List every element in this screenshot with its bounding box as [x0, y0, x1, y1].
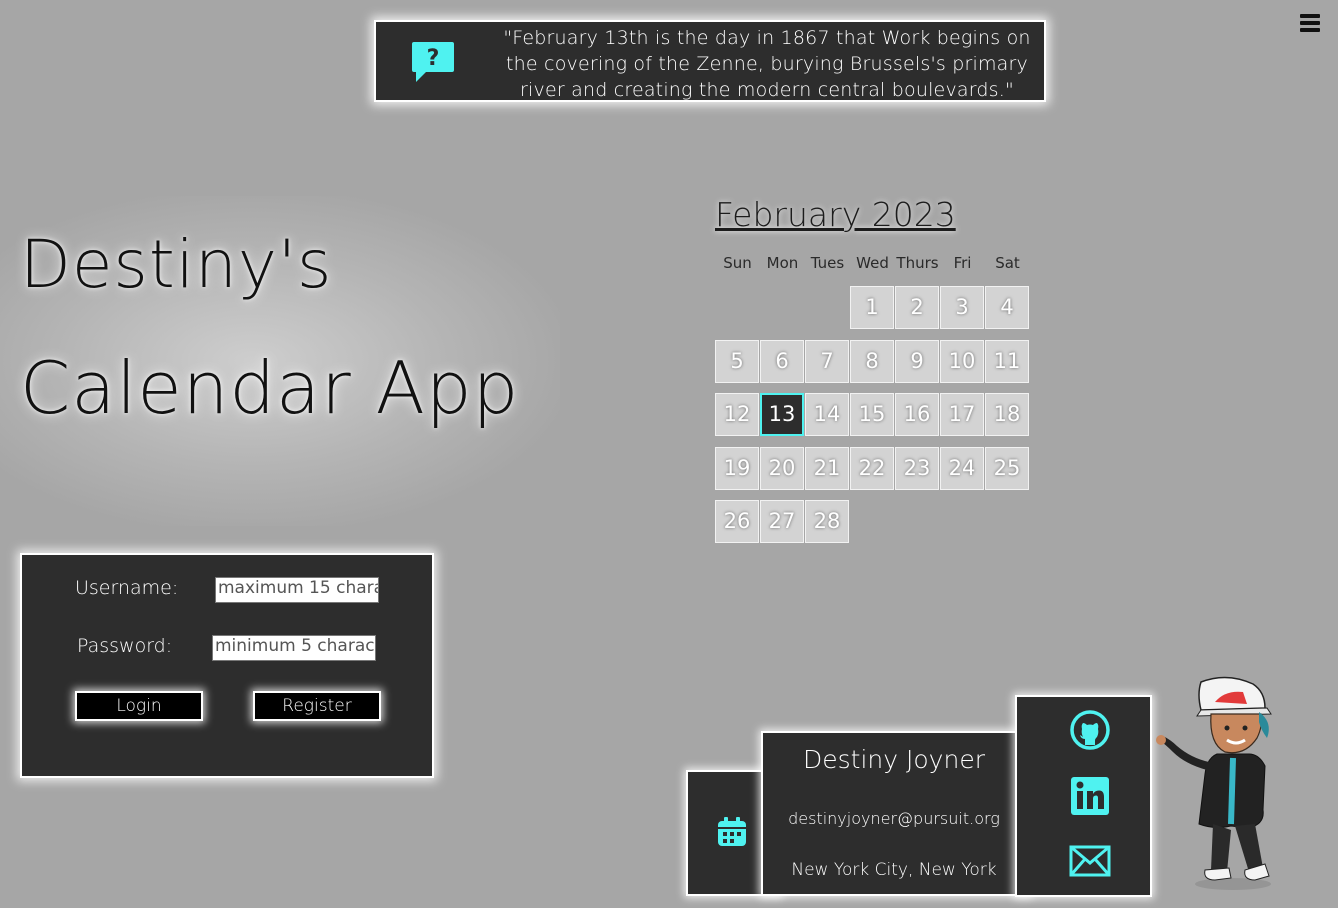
- calendar-day[interactable]: 7: [805, 340, 849, 383]
- hero-title-line-1: Destiny's: [20, 226, 333, 303]
- register-button[interactable]: Register: [253, 691, 381, 721]
- calendar-day[interactable]: 24: [940, 447, 984, 490]
- login-button[interactable]: Login: [75, 691, 203, 721]
- svg-text:?: ?: [427, 46, 440, 71]
- calendar-day[interactable]: 15: [850, 393, 894, 436]
- login-form: Username: maximum 15 characters Password…: [20, 553, 434, 778]
- fact-text: "February 13th is the day in 1867 that W…: [503, 27, 1031, 101]
- fact-of-the-day-banner: ? "February 13th is the day in 1867 that…: [374, 20, 1046, 102]
- hero-title: Destiny's Calendar App: [0, 196, 560, 526]
- linkedin-icon[interactable]: [1069, 775, 1111, 817]
- contact-name: Destiny Joyner: [803, 745, 985, 774]
- username-input[interactable]: maximum 15 characters: [215, 577, 379, 603]
- calendar-day[interactable]: 10: [940, 340, 984, 383]
- password-label: Password:: [77, 635, 173, 657]
- hamburger-menu-icon[interactable]: [1300, 14, 1320, 32]
- calendar-day[interactable]: 25: [985, 447, 1029, 490]
- question-comment-icon: ?: [412, 42, 454, 82]
- calendar-day[interactable]: 21: [805, 447, 849, 490]
- contact-card: Destiny Joyner destinyjoyner@pursuit.org…: [761, 731, 1031, 896]
- contact-email[interactable]: destinyjoyner@pursuit.org: [763, 809, 1025, 828]
- username-label: Username:: [75, 577, 179, 599]
- calendar-day[interactable]: 27: [760, 500, 804, 543]
- calendar-day[interactable]: 18: [985, 393, 1029, 436]
- calendar-day[interactable]: 2: [895, 286, 939, 329]
- weekday-header: Fri: [953, 254, 972, 272]
- password-input[interactable]: minimum 5 characters: [212, 635, 376, 661]
- hero-title-line-2: Calendar App: [20, 346, 520, 430]
- social-links: [1015, 695, 1152, 897]
- weekday-header: Thurs: [896, 254, 939, 272]
- calendar-day[interactable]: 4: [985, 286, 1029, 329]
- calendar-day[interactable]: 22: [850, 447, 894, 490]
- calendar-day-today[interactable]: 13: [760, 393, 804, 436]
- calendar-day[interactable]: 3: [940, 286, 984, 329]
- calendar-day[interactable]: 8: [850, 340, 894, 383]
- calendar-month-title[interactable]: February 2023: [715, 195, 956, 234]
- contact-location: New York City, New York: [791, 860, 997, 880]
- calendar-day[interactable]: 5: [715, 340, 759, 383]
- calendar-day[interactable]: 16: [895, 393, 939, 436]
- github-icon[interactable]: [1069, 709, 1111, 751]
- avatar: [1156, 676, 1272, 890]
- weekday-header: Tues: [810, 254, 845, 272]
- calendar-day[interactable]: 26: [715, 500, 759, 543]
- calendar-day[interactable]: 23: [895, 447, 939, 490]
- calendar-day[interactable]: 14: [805, 393, 849, 436]
- calendar-day[interactable]: 12: [715, 393, 759, 436]
- calendar-day[interactable]: 28: [805, 500, 849, 543]
- weekday-header: Sun: [723, 254, 752, 272]
- calendar-day[interactable]: 9: [895, 340, 939, 383]
- calendar-day[interactable]: 19: [715, 447, 759, 490]
- weekday-header: Wed: [856, 254, 889, 272]
- calendar-day[interactable]: 20: [760, 447, 804, 490]
- calendar-day[interactable]: 17: [940, 393, 984, 436]
- mail-icon[interactable]: [1069, 845, 1111, 877]
- weekday-header: Mon: [766, 254, 799, 272]
- calendar-day[interactable]: 1: [850, 286, 894, 329]
- calendar-icon: [718, 817, 746, 846]
- calendar-day[interactable]: 6: [760, 340, 804, 383]
- weekday-header: Sat: [995, 254, 1020, 272]
- calendar-day[interactable]: 11: [985, 340, 1029, 383]
